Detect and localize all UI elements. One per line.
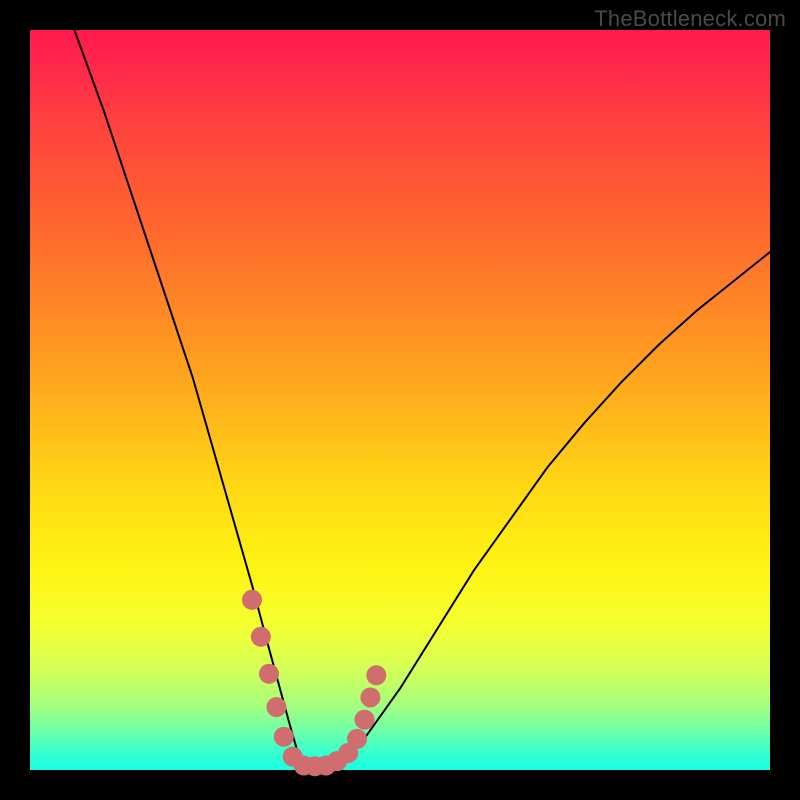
marker-point bbox=[274, 727, 294, 747]
marker-point bbox=[347, 729, 367, 749]
bottleneck-curve bbox=[74, 30, 770, 766]
marker-point bbox=[259, 664, 279, 684]
marker-group bbox=[242, 590, 386, 777]
marker-point bbox=[266, 697, 286, 717]
marker-point bbox=[366, 665, 386, 685]
chart-overlay bbox=[30, 30, 770, 770]
marker-point bbox=[354, 710, 374, 730]
marker-point bbox=[242, 590, 262, 610]
marker-point bbox=[360, 687, 380, 707]
marker-point bbox=[251, 627, 271, 647]
watermark-text: TheBottleneck.com bbox=[594, 6, 786, 32]
